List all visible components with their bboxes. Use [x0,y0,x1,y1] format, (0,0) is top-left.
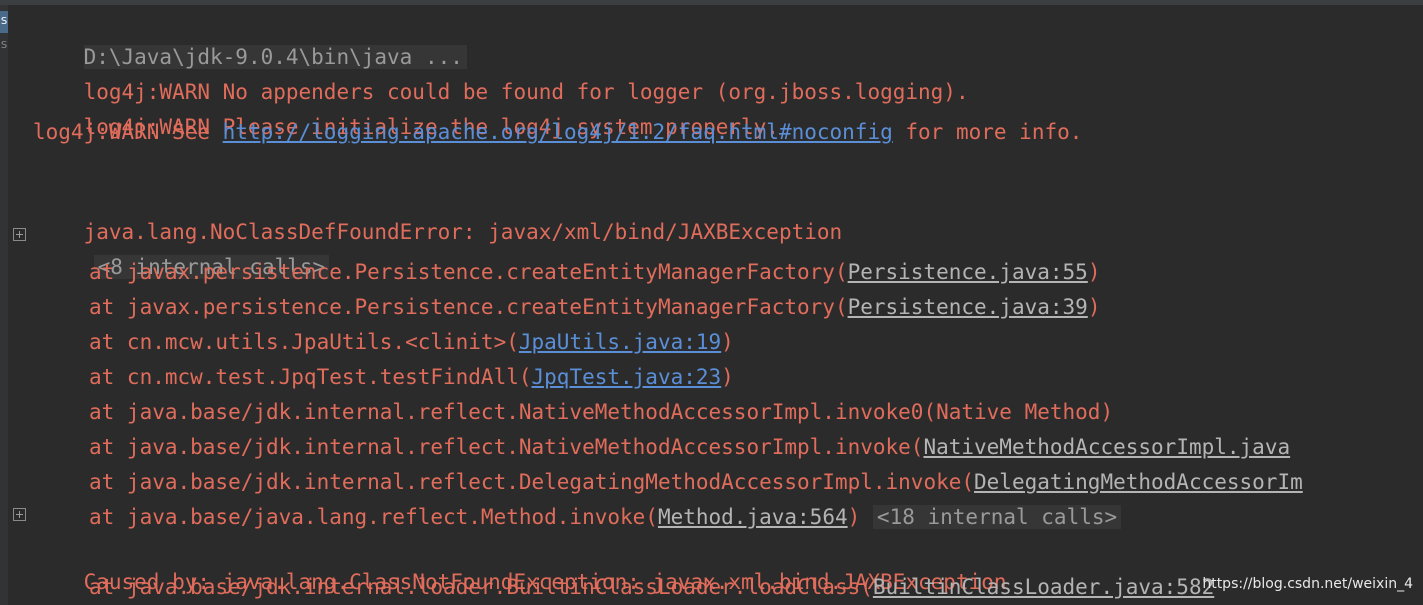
frame-method: at javax.persistence.Persistence.createE… [89,295,848,319]
frame-close: ) [1087,260,1101,284]
console-line-warn: log4j:WARN See http://logging.apache.org… [33,117,1082,147]
frame-method: at java.base/jdk.internal.reflect.Native… [89,435,924,459]
faq-link[interactable]: http://logging.apache.org/log4j/1.2/faq.… [223,120,893,144]
frame-method: at cn.mcw.utils.JpaUtils.<clinit>( [89,330,519,354]
stack-frame: at java.base/jdk.internal.loader.Builtin… [89,572,1214,602]
frame-close: ) [721,330,734,354]
console-line-error: java.lang.NoClassDefFoundError: javax/xm… [33,187,843,244]
console-line-caused-by: Caused by: java.lang.ClassNotFoundExcept… [33,537,1007,594]
stack-frame: at java.base/jdk.internal.reflect.Native… [89,432,1290,462]
console-line-warn: log4j:WARN No appenders could be found f… [33,47,969,104]
frame-source-link[interactable]: BuiltinClassLoader.java:582 [873,575,1214,599]
expand-icon[interactable] [13,508,26,521]
frame-method: at javax.persistence.Persistence.createE… [89,260,848,284]
frame-method: at java.base/jdk.internal.reflect.Delega… [89,470,975,494]
run-console: S S D:\Java\jdk-9.0.4\bin\java ... log4j… [0,0,1423,605]
frame-method: at cn.mcw.test.JpqTest.testFindAll( [89,365,532,389]
toolbar-edge [0,0,1423,5]
side-tab-1[interactable]: S [0,11,8,33]
console-line-command: D:\Java\jdk-9.0.4\bin\java ... [33,12,467,69]
folded-internal-calls[interactable]: <18 internal calls> [872,505,1122,529]
frame-method: at java.base/jdk.internal.reflect.Native… [89,400,1114,424]
frame-method: at java.base/jdk.internal.loader.Builtin… [89,575,873,599]
stack-frame: at java.base/java.lang.reflect.Method.in… [89,502,1122,532]
warn-text-3-prefix: log4j:WARN See [33,120,223,144]
side-tab-2[interactable]: S [0,35,8,57]
frame-source-link[interactable]: DelegatingMethodAccessorIm [974,470,1303,494]
frame-source-link[interactable]: Method.java:564 [658,505,848,529]
frame-method: at java.base/java.lang.reflect.Method.in… [89,505,658,529]
expand-icon[interactable] [13,228,26,241]
stack-frame: at javax.persistence.Persistence.createE… [89,292,1100,322]
frame-close: ) [721,365,734,389]
frame-source-link[interactable]: NativeMethodAccessorImpl.java [923,435,1290,459]
frame-source-link[interactable]: Persistence.java:55 [848,260,1088,284]
stack-frame: at cn.mcw.test.JpqTest.testFindAll(JpqTe… [89,362,734,392]
stack-frame: at java.base/jdk.internal.reflect.Delega… [89,467,1303,497]
side-tool-strip: S S [0,5,8,605]
console-line-warn: log4j:WARN Please initialize the log4j s… [33,82,779,139]
stack-frame: at javax.persistence.Persistence.createE… [89,257,1100,287]
warn-text-3-suffix: for more info. [892,120,1083,144]
frame-source-link[interactable]: JpaUtils.java:19 [519,330,721,354]
frame-source-link[interactable]: Persistence.java:39 [848,295,1088,319]
frame-close: ) [1087,295,1101,319]
stack-frame: at cn.mcw.utils.JpaUtils.<clinit>(JpaUti… [89,327,734,357]
stack-frame: at java.base/jdk.internal.reflect.Native… [89,397,1113,427]
frame-close: ) [847,505,861,529]
console-line-folded: <8 internal calls> [43,222,330,279]
frame-source-link[interactable]: JpqTest.java:23 [532,365,722,389]
watermark: https://blog.csdn.net/weixin_4 [1202,576,1413,592]
